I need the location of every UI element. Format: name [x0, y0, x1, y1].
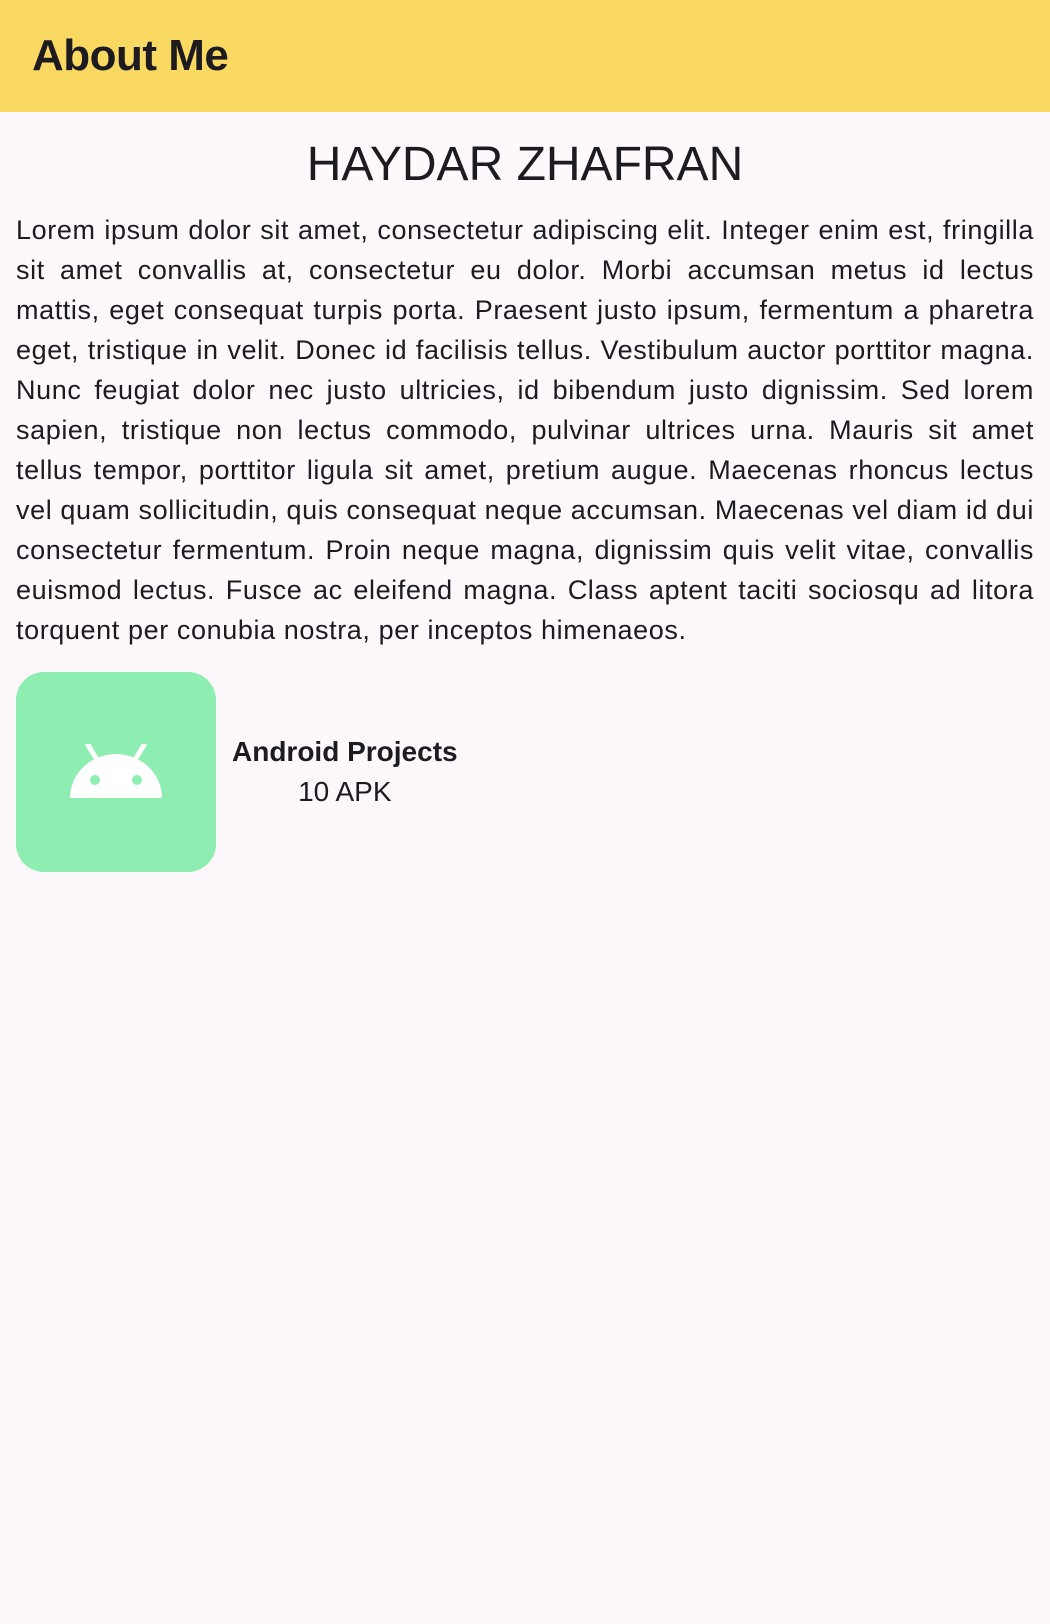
- profile-bio: Lorem ipsum dolor sit amet, consectetur …: [16, 215, 1034, 645]
- projects-title: Android Projects: [232, 736, 458, 767]
- android-projects-text: Android Projects 10 APK: [232, 732, 458, 812]
- projects-count: 10 APK: [298, 776, 392, 807]
- android-icon-tile: [16, 672, 216, 872]
- profile-name: HAYDAR ZHAFRAN: [306, 138, 744, 191]
- android-projects-card: Android Projects 10 APK: [16, 672, 1034, 872]
- app-bar: About Me: [0, 0, 1050, 112]
- android-icon: [70, 744, 162, 798]
- app-bar-title: About Me: [32, 31, 229, 80]
- about-content: HAYDAR ZHAFRAN Lorem ipsum dolor sit ame…: [0, 112, 1050, 872]
